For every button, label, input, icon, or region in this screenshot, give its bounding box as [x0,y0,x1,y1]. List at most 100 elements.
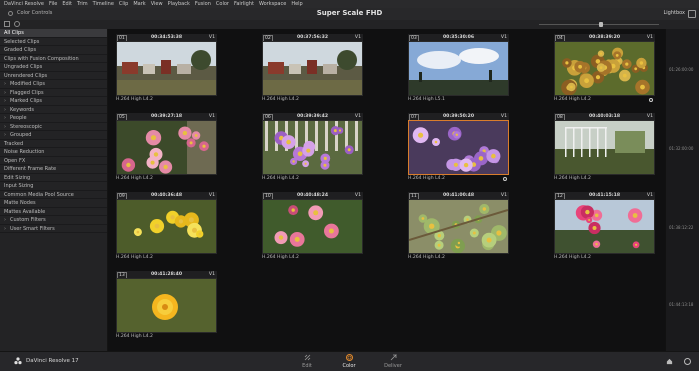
menu-item-fusion[interactable]: Fusion [195,0,211,8]
clip-thumbnail-05[interactable]: 05 00:39:27:18 V1 H.264 High L4.2 [116,113,217,182]
sidebar-item-common-media-pool-source[interactable]: Common Media Pool Source [0,191,107,199]
clip-thumbnail-image[interactable] [262,120,363,175]
clip-footer: H.264 High L4.2 [408,254,509,261]
home-icon[interactable] [666,358,673,365]
clip-thumbnail-11[interactable]: 11 00:41:00:48 V1 H.264 High L4.2 [408,192,509,261]
sidebar-item-label: Open FX [4,157,26,164]
clip-thumbnail-image[interactable] [554,120,655,175]
thumbnail-size-slider[interactable] [539,22,659,27]
clip-codec: H.264 High L4.2 [262,255,299,260]
page-tab-color[interactable]: Color [334,354,364,369]
clip-thumbnail-12[interactable]: 12 00:41:15:18 V1 H.264 High L4.2 [554,192,655,261]
sidebar-item-clips-with-fusion-composition[interactable]: Clips with Fusion Composition [0,55,107,63]
clip-thumbnail-01[interactable]: 01 00:34:53:38 V1 H.264 High L4.2 [116,34,217,103]
sidebar-item-matte-nodes[interactable]: Matte Nodes [0,199,107,208]
clip-thumbnail-image[interactable] [262,199,363,254]
clip-thumbnail-image[interactable] [116,41,217,96]
sidebar-item-unrendered-clips[interactable]: Unrendered Clips [0,72,107,80]
menu-item-trim[interactable]: Trim [77,0,88,8]
menu-item-workspace[interactable]: Workspace [259,0,286,8]
menu-item-help[interactable]: Help [291,0,302,8]
menu-item-fairlight[interactable]: Fairlight [234,0,254,8]
timeline-timecode: 01:26:00:00 [669,67,694,72]
clip-thumbnail-image[interactable] [116,199,217,254]
sidebar-item-label: Unrendered Clips [4,72,48,79]
menu-item-mark[interactable]: Mark [133,0,145,8]
menu-item-file[interactable]: File [49,0,57,8]
clip-header: 04 00:38:39:20 V1 [554,34,655,42]
clip-thumbnail-13[interactable]: 13 00:41:28:40 V1 H.264 High L4.2 [116,271,217,340]
sidebar-item-selected-clips[interactable]: Selected Clips [0,38,107,46]
menu-item-edit[interactable]: Edit [62,0,72,8]
clip-track: V1 [646,193,653,198]
lightbox-label[interactable]: Lightbox [663,10,685,16]
menu-item-davinci-resolve[interactable]: DaVinci Resolve [4,0,44,8]
sidebar-item-people[interactable]: › People [0,114,107,123]
clip-thumbnail-06[interactable]: 06 00:39:39:42 V1 H.264 High L4.2 [262,113,363,182]
sidebar-item-keywords[interactable]: › Keywords [0,106,107,114]
clip-thumbnail-image[interactable] [262,41,363,96]
clip-footer: H.264 High L4.2 [116,333,217,340]
clip-header: 10 00:40:48:24 V1 [262,192,363,200]
sidebar-item-flagged-clips[interactable]: › Flagged Clips [0,89,107,97]
sidebar-item-grouped[interactable]: › Grouped [0,131,107,140]
timeline-minimap[interactable]: 01:26:00:00 01:32:00:00 01:38:12:22 01:44:1… [665,29,699,351]
clip-thumbnail-08[interactable]: 08 00:40:03:18 V1 H.264 High L4.2 [554,113,655,182]
clip-thumbnail-02[interactable]: 02 00:37:56:32 V1 H.264 High L4.2 [262,34,363,103]
clip-thumbnail-image[interactable] [408,120,509,175]
sidebar-item-custom-filters[interactable]: › Custom Filters [0,216,107,225]
sidebar-item-edit-sizing[interactable]: Edit Sizing [0,174,107,182]
clip-thumbnail-image[interactable] [116,278,217,333]
page-tab-deliver[interactable]: Deliver [378,354,408,369]
sidebar-item-all-clips[interactable]: All Clips [0,29,107,38]
clip-timecode: 00:40:03:18 [588,114,621,119]
slider-knob[interactable] [599,22,603,27]
sidebar-item-stereoscopic[interactable]: › Stereoscopic [0,123,107,131]
sidebar-item-graded-clips[interactable]: Graded Clips [0,46,107,55]
clip-codec: H.264 High L4.2 [116,334,153,339]
sidebar-item-mattes-available[interactable]: Mattes Available [0,208,107,216]
clip-header: 01 00:34:53:38 V1 [116,34,217,42]
menu-item-timeline[interactable]: Timeline [93,0,114,8]
sidebar-item-input-sizing[interactable]: Input Sizing [0,182,107,191]
menu-item-view[interactable]: View [151,0,163,8]
clip-thumbnail-04[interactable]: 04 00:38:39:20 V1 H.264 High L4.2 [554,34,655,103]
clip-track: V1 [208,35,215,40]
clip-thumbnail-image[interactable] [408,41,509,96]
sidebar-item-ungraded-clips[interactable]: Ungraded Clips [0,63,107,72]
sidebar-item-noise-reduction[interactable]: Noise Reduction [0,148,107,157]
sidebar-item-marked-clips[interactable]: › Marked Clips [0,97,107,106]
lightbox-icon[interactable] [688,10,696,18]
sidebar-item-open-fx[interactable]: Open FX [0,157,107,165]
sidebar-item-tracked[interactable]: Tracked [0,140,107,148]
sidebar-item-different-frame-rate[interactable]: Different Frame Rate [0,165,107,174]
page-tab-edit[interactable]: Edit [292,354,322,369]
clip-thumbnail-09[interactable]: 09 00:40:36:48 V1 H.264 High L4.2 [116,192,217,261]
sidebar-item-user-smart-filters[interactable]: › User Smart Filters [0,225,107,233]
sidebar-item-label: All Clips [4,30,24,36]
menu-item-color[interactable]: Color [216,0,229,8]
clip-thumbnail-image[interactable] [554,41,655,96]
clip-thumbnail-03[interactable]: 03 00:35:30:06 V1 H.264 High L5.1 [408,34,509,103]
sidebar-item-label: Grouped [10,132,32,138]
clip-thumbnail-10[interactable]: 10 00:40:48:24 V1 H.264 High L4.2 [262,192,363,261]
clip-header: 07 00:39:50:20 V1 [408,113,509,121]
clip-track: V1 [646,114,653,119]
clip-footer: H.264 High L4.2 [262,96,363,103]
settings-gear-icon[interactable] [684,358,691,365]
clip-thumbnail-image[interactable] [554,199,655,254]
clip-header: 08 00:40:03:18 V1 [554,113,655,121]
clip-track: V1 [208,193,215,198]
clip-thumbnail-image[interactable] [116,120,217,175]
menu-item-playback[interactable]: Playback [168,0,190,8]
sidebar-item-modified-clips[interactable]: › Modified Clips [0,80,107,89]
clip-thumbnail-07[interactable]: 07 00:39:50:20 V1 H.264 High L4.2 [408,113,509,182]
clip-codec: H.264 High L4.2 [554,176,591,181]
clip-thumbnail-image[interactable] [408,199,509,254]
clip-track: V1 [646,35,653,40]
clip-codec: H.264 High L4.2 [116,176,153,181]
display-options-icon[interactable] [14,21,20,27]
clip-header: 12 00:41:15:18 V1 [554,192,655,200]
menu-item-clip[interactable]: Clip [119,0,128,8]
sidebar-toggle-icon[interactable] [4,21,10,27]
